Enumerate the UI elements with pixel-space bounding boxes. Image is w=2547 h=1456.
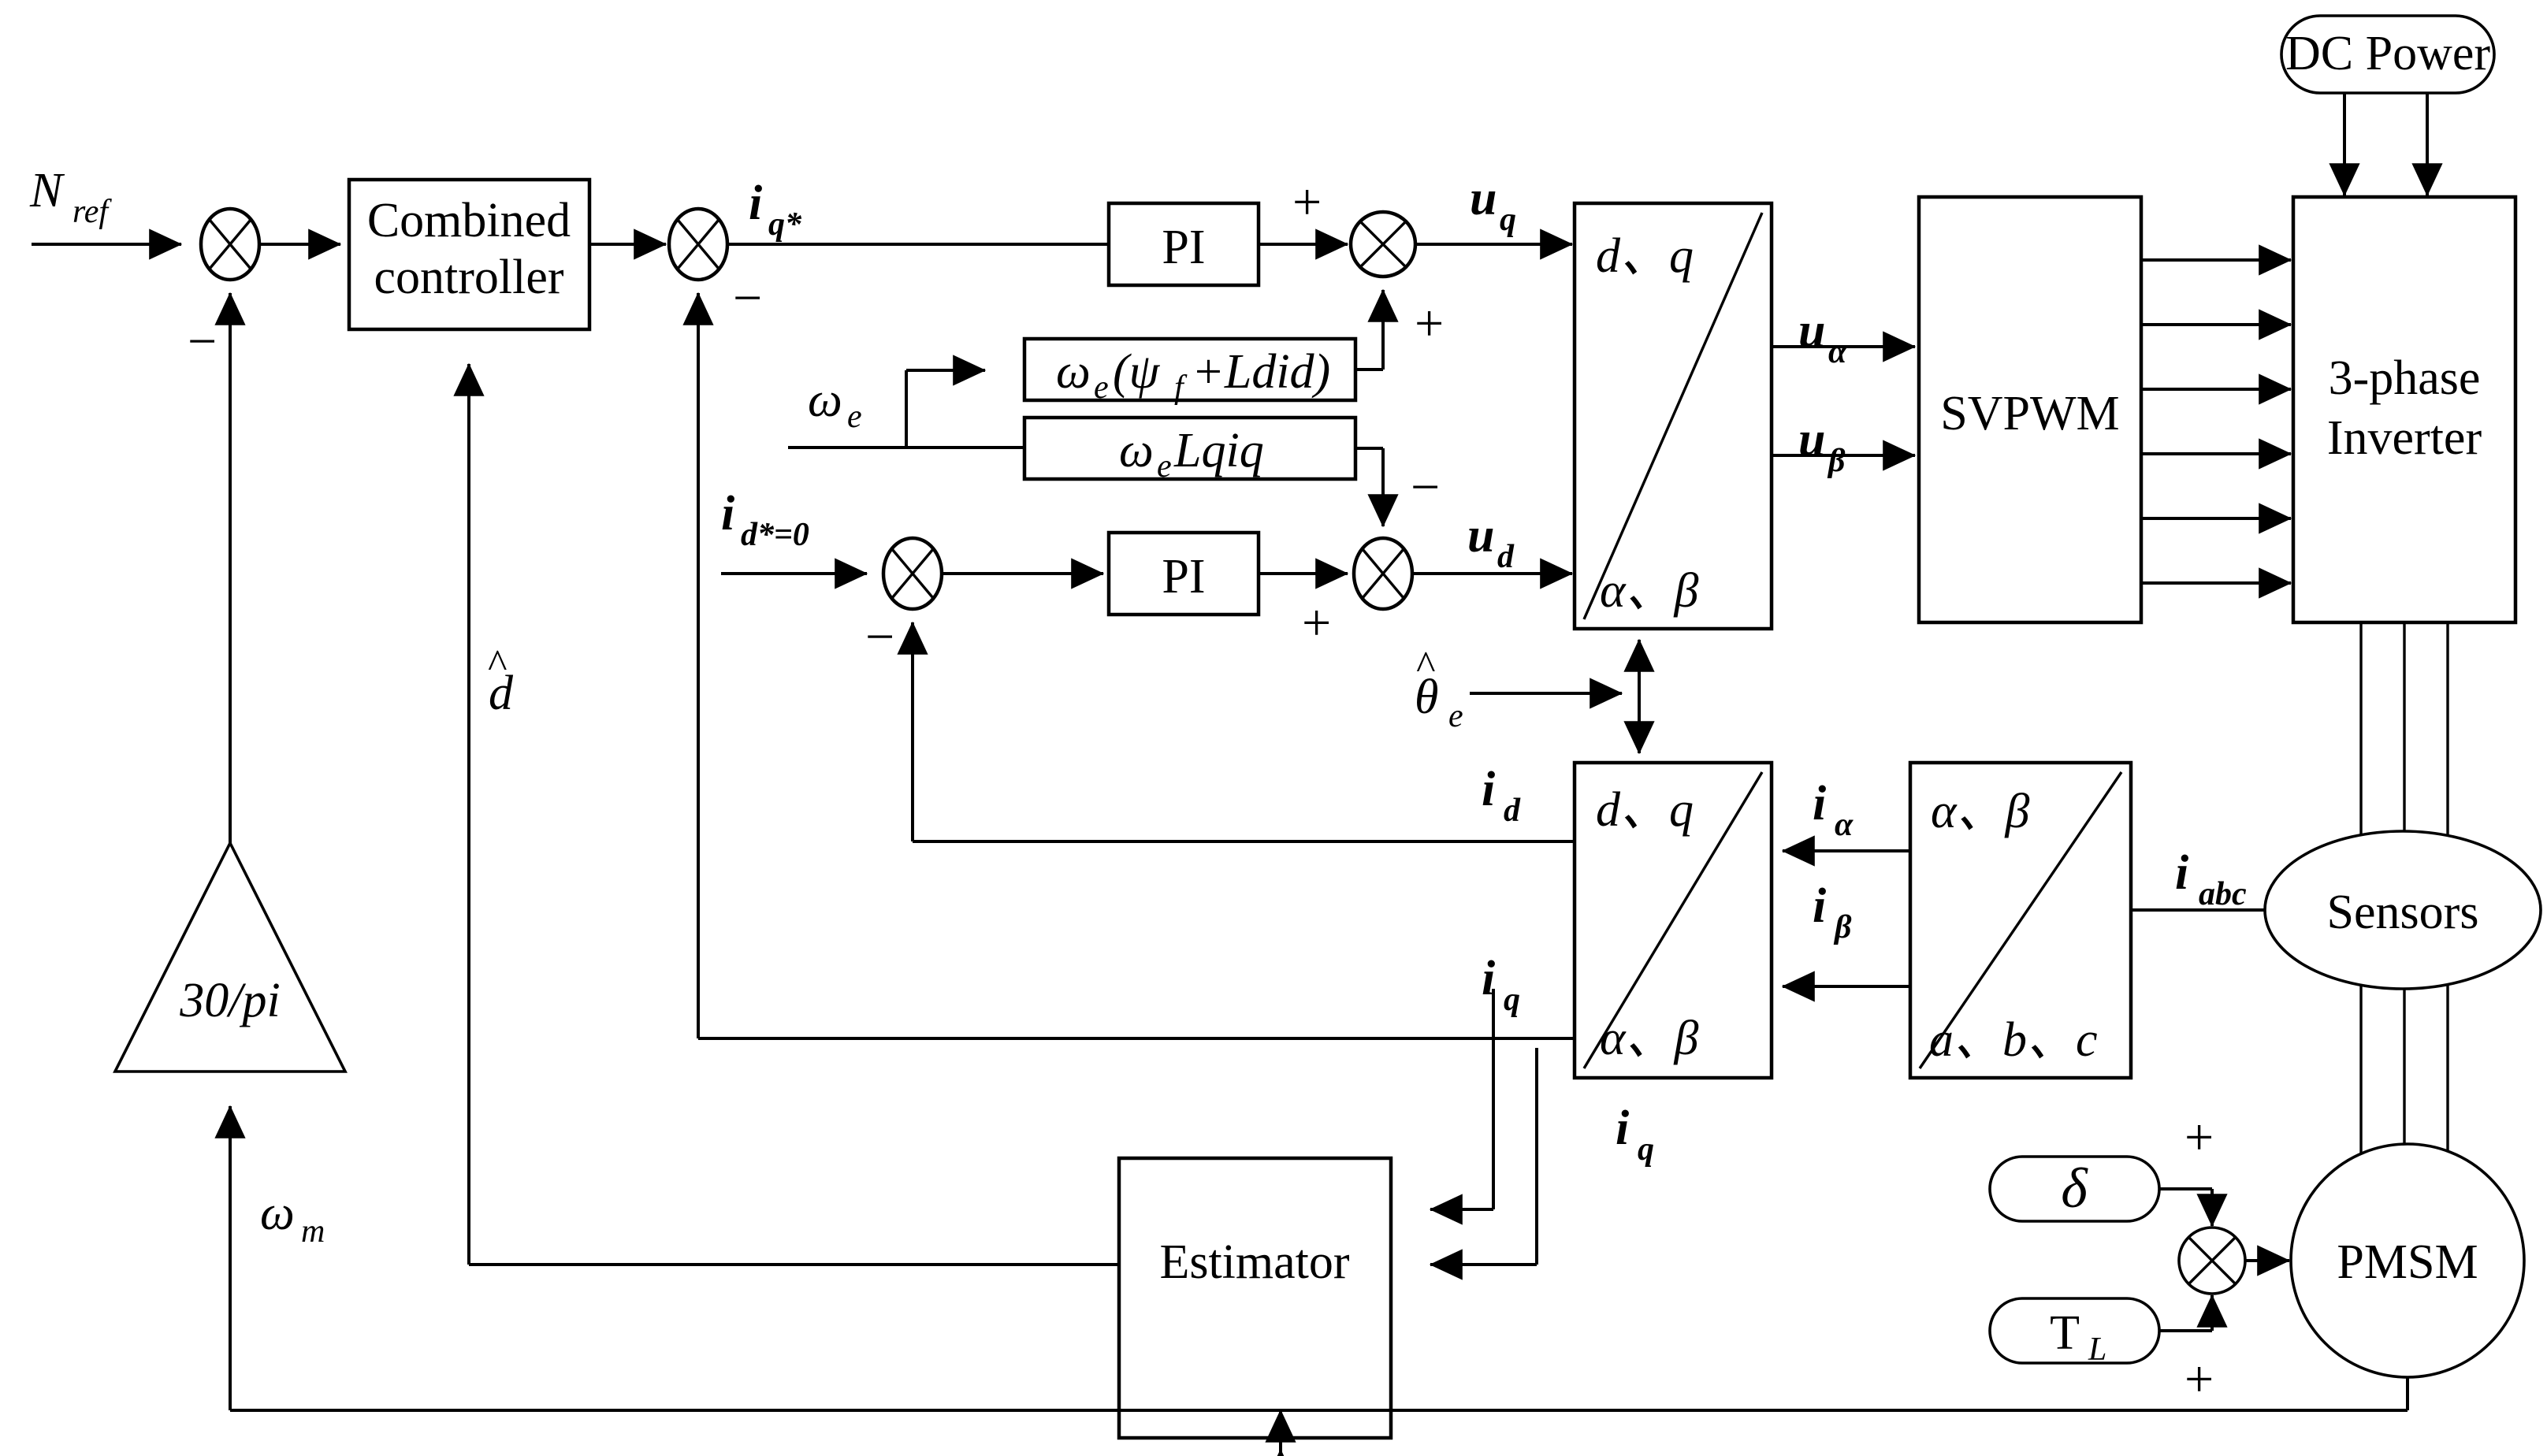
- label-theta-e-hat-sub: e: [1448, 698, 1463, 734]
- label-uq-sub: q: [1500, 202, 1516, 238]
- ab-to-dq-top-label: d、q: [1596, 783, 1694, 837]
- combined-controller-label-1: Combined: [367, 194, 571, 247]
- label-omega-e-sub: e: [847, 399, 862, 435]
- label-omega-m-sub: m: [301, 1213, 325, 1250]
- label-i-abc-sub: abc: [2199, 876, 2247, 912]
- iq-summing-junction: [667, 206, 730, 282]
- inverter-label-1: 3-phase: [2329, 351, 2481, 405]
- label-i-abc: i: [2175, 846, 2188, 900]
- id-summing-junction: [881, 536, 944, 611]
- block-combined-controller: Combined controller: [347, 177, 592, 332]
- block-sensors: Sensors: [2263, 830, 2542, 990]
- label-id-star-sub: d*=0: [741, 517, 809, 553]
- block-pmsm: PMSM: [2289, 1142, 2526, 1379]
- inverter-label-2: Inverter: [2327, 411, 2482, 465]
- block-three-phase-inverter: 3-phase Inverter: [2291, 195, 2518, 625]
- block-abc-to-alphabeta: α、β a、b、c: [1908, 760, 2133, 1080]
- label-i-alpha-sub: α: [1835, 807, 1854, 843]
- svpwm-label: SVPWM: [1940, 387, 2119, 440]
- sign-minus-iq-loop: −: [733, 269, 762, 327]
- dq-to-ab-bottom-label: α、β: [1600, 564, 1699, 618]
- block-dq-to-alphabeta: d、q α、β: [1572, 201, 1774, 631]
- decouple-q-omega: ω: [1056, 345, 1091, 399]
- disturbance-summing-junction: [2177, 1226, 2247, 1295]
- theta-hat-caret: ^: [1415, 644, 1435, 689]
- label-i-beta: i: [1813, 879, 1826, 933]
- label-id: i: [1482, 763, 1495, 816]
- abc-to-ab-top-label: α、β: [1931, 785, 2030, 838]
- label-n-ref: N: [29, 164, 65, 217]
- label-u-alpha: u: [1798, 304, 1825, 358]
- control-block-diagram: N ref − Combined controller i q* − PI + …: [0, 0, 2547, 1456]
- sign-plus-uq-bottom: +: [1415, 295, 1444, 352]
- decouple-d-omega: ω: [1119, 424, 1154, 477]
- sign-minus-speed-loop: −: [188, 313, 217, 370]
- block-delta-disturbance: δ: [1988, 1155, 2161, 1223]
- dc-power-label: DC Power: [2285, 27, 2490, 80]
- label-omega-m: ω: [260, 1187, 295, 1240]
- block-decoupling-d: ω e Lqiq: [1022, 415, 1358, 485]
- pmsm-label: PMSM: [2337, 1235, 2478, 1289]
- label-u-alpha-sub: α: [1828, 334, 1847, 370]
- block-svpwm: SVPWM: [1917, 195, 2144, 625]
- estimator-label: Estimator: [1159, 1235, 1349, 1289]
- sign-minus-id-loop: −: [865, 608, 894, 666]
- sign-plus-ud-left: +: [1302, 594, 1331, 652]
- tl-label-sub: L: [2088, 1332, 2106, 1368]
- pi-d-label: PI: [1162, 550, 1205, 604]
- block-pi-d-axis: PI: [1106, 530, 1261, 617]
- label-u-beta: u: [1798, 413, 1825, 466]
- speed-summing-junction: [199, 206, 262, 282]
- ud-summing-junction: [1352, 536, 1415, 611]
- sign-minus-ud-top: −: [1411, 459, 1440, 516]
- label-id-sub: d: [1504, 793, 1521, 829]
- decouple-q-tail: +Ldid): [1192, 345, 1330, 399]
- label-ud: u: [1467, 509, 1494, 563]
- delta-label: δ: [2061, 1157, 2088, 1220]
- block-load-torque: T L: [1988, 1297, 2161, 1368]
- uq-summing-junction: [1348, 210, 1418, 279]
- gain-label: 30/pi: [179, 974, 280, 1027]
- sensors-label: Sensors: [2327, 886, 2479, 939]
- label-iq-star-sub: q*: [768, 206, 802, 243]
- decouple-q-open: (ψ: [1113, 345, 1161, 399]
- block-pi-q-axis: PI: [1106, 201, 1261, 288]
- label-u-beta-sub: β: [1827, 443, 1846, 479]
- label-n-ref-sub: ref: [73, 194, 112, 230]
- label-uq: u: [1470, 172, 1497, 225]
- block-estimator: Estimator: [1117, 1156, 1393, 1440]
- tl-label: T: [2050, 1306, 2080, 1360]
- sign-plus-uq-left: +: [1292, 173, 1322, 231]
- label-id-star: i: [721, 487, 734, 540]
- label-iq-bottom-sub: q: [1638, 1131, 1654, 1168]
- label-ud-sub: d: [1497, 539, 1515, 575]
- label-iq-sub: q: [1504, 982, 1520, 1018]
- label-i-beta-sub: β: [1833, 909, 1852, 945]
- decouple-q-omega-sub: e: [1094, 370, 1109, 406]
- sign-plus-tl: +: [2184, 1350, 2214, 1408]
- pi-q-label: PI: [1162, 221, 1205, 274]
- label-iq-star: i: [749, 176, 762, 230]
- block-alphabeta-to-dq: d、q α、β: [1572, 760, 1774, 1080]
- block-decoupling-q: ω e (ψ f +Ldid): [1022, 336, 1358, 406]
- abc-to-ab-bottom-label: a、b、c: [1929, 1013, 2098, 1067]
- block-dc-power: DC Power: [2280, 14, 2496, 95]
- label-omega-e: ω: [808, 373, 842, 427]
- ab-to-dq-bottom-label: α、β: [1600, 1012, 1699, 1065]
- decouple-d-omega-sub: e: [1157, 448, 1172, 485]
- label-iq-bottom: i: [1616, 1101, 1629, 1155]
- combined-controller-label-2: controller: [374, 251, 563, 304]
- d-hat-caret: ^: [487, 642, 507, 687]
- sign-plus-delta: +: [2184, 1109, 2214, 1166]
- decouple-d-tail: Lqiq: [1173, 424, 1264, 477]
- label-i-alpha: i: [1813, 777, 1826, 830]
- dq-to-ab-top-label: d、q: [1596, 229, 1694, 283]
